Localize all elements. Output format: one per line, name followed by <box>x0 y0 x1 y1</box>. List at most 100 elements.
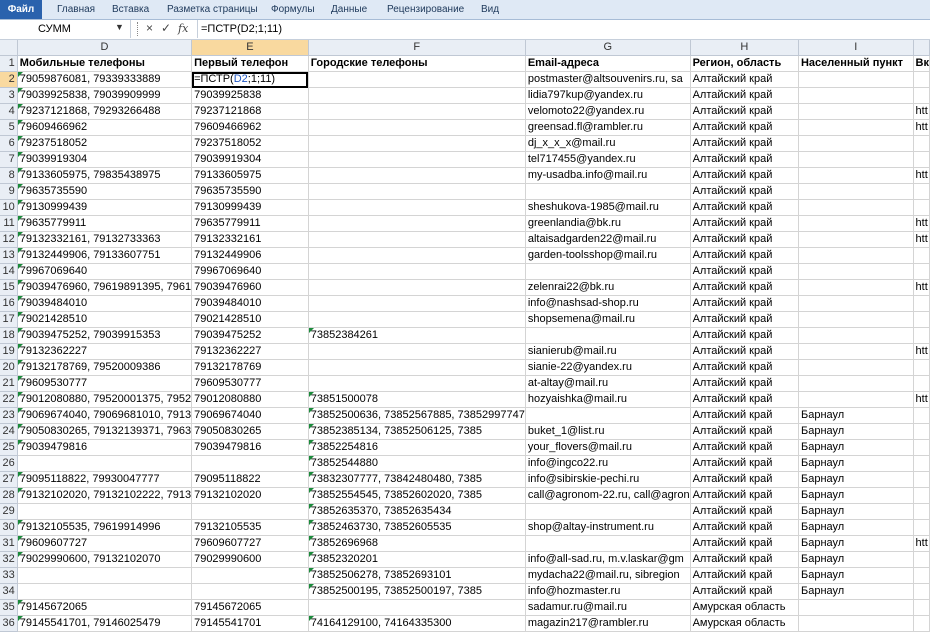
cell-f36[interactable]: 74164129100, 74164335300 <box>308 615 526 632</box>
cell-header-d[interactable]: Мобильные телефоны <box>17 55 193 72</box>
cell-h11[interactable]: Алтайский край <box>690 215 799 232</box>
cell-h10[interactable]: Алтайский край <box>690 199 799 216</box>
cell-j3[interactable] <box>913 87 930 104</box>
cell-header-g[interactable]: Email-адреса <box>525 55 691 72</box>
row-header[interactable]: 27 <box>0 471 18 488</box>
cell-g28[interactable]: call@agronom-22.ru, call@agron <box>525 487 691 504</box>
cell-d4[interactable]: 79237121868, 79293266488 <box>17 103 193 120</box>
cell-h22[interactable]: Алтайский край <box>690 391 799 408</box>
cell-f8[interactable] <box>308 167 526 184</box>
cell-h3[interactable]: Алтайский край <box>690 87 799 104</box>
cell-i33[interactable]: Барнаул <box>798 567 914 584</box>
cell-g9[interactable] <box>525 183 691 200</box>
cell-g10[interactable]: sheshukova-1985@mail.ru <box>525 199 691 216</box>
cell-i14[interactable] <box>798 263 914 280</box>
cell-f20[interactable] <box>308 359 526 376</box>
cell-h29[interactable]: Алтайский край <box>690 503 799 520</box>
cell-j22[interactable]: htt <box>913 391 930 408</box>
cell-f10[interactable] <box>308 199 526 216</box>
cell-d15[interactable]: 79039476960, 79619891395, 7961 <box>17 279 193 296</box>
cell-i5[interactable] <box>798 119 914 136</box>
row-header[interactable]: 16 <box>0 295 18 312</box>
cell-d35[interactable]: 79145672065 <box>17 599 193 616</box>
cell-j12[interactable]: htt <box>913 231 930 248</box>
cell-j2[interactable] <box>913 71 930 88</box>
cell-f9[interactable] <box>308 183 526 200</box>
cell-g4[interactable]: velomoto22@yandex.ru <box>525 103 691 120</box>
cancel-icon[interactable]: × <box>146 21 153 35</box>
cell-e29[interactable] <box>191 503 309 520</box>
row-header[interactable]: 8 <box>0 167 18 184</box>
tab-data[interactable]: Данные <box>331 0 367 19</box>
cell-h27[interactable]: Алтайский край <box>690 471 799 488</box>
cell-e15[interactable]: 79039476960 <box>191 279 309 296</box>
tab-review[interactable]: Рецензирование <box>387 0 464 19</box>
cell-e27[interactable]: 79095118822 <box>191 471 309 488</box>
cell-j34[interactable] <box>913 583 930 600</box>
column-header-d[interactable]: D <box>17 40 193 56</box>
cell-d25[interactable]: 79039479816 <box>17 439 193 456</box>
cell-h7[interactable]: Алтайский край <box>690 151 799 168</box>
row-header[interactable]: 6 <box>0 135 18 152</box>
cell-e35[interactable]: 79145672065 <box>191 599 309 616</box>
cell-f13[interactable] <box>308 247 526 264</box>
cell-i10[interactable] <box>798 199 914 216</box>
cell-g25[interactable]: your_flovers@mail.ru <box>525 439 691 456</box>
cell-h2[interactable]: Алтайский край <box>690 71 799 88</box>
cell-d3[interactable]: 79039925838, 79039909999 <box>17 87 193 104</box>
cell-i7[interactable] <box>798 151 914 168</box>
cell-e32[interactable]: 79029990600 <box>191 551 309 568</box>
name-box[interactable]: СУММ ▼ <box>0 20 131 38</box>
cell-i28[interactable]: Барнаул <box>798 487 914 504</box>
cell-g27[interactable]: info@sibirskie-pechi.ru <box>525 471 691 488</box>
cell-e11[interactable]: 79635779911 <box>191 215 309 232</box>
cell-g8[interactable]: my-usadba.info@mail.ru <box>525 167 691 184</box>
cell-i31[interactable]: Барнаул <box>798 535 914 552</box>
cell-j26[interactable] <box>913 455 930 472</box>
cell-e20[interactable]: 79132178769 <box>191 359 309 376</box>
row-header[interactable]: 13 <box>0 247 18 264</box>
formula-input[interactable]: =ПСТР(D2;1;11) <box>197 20 930 38</box>
cell-j8[interactable]: htt <box>913 167 930 184</box>
cell-j33[interactable] <box>913 567 930 584</box>
enter-icon[interactable]: ✓ <box>161 21 171 35</box>
cell-d7[interactable]: 79039919304 <box>17 151 193 168</box>
cell-j24[interactable] <box>913 423 930 440</box>
cell-g19[interactable]: sianierub@mail.ru <box>525 343 691 360</box>
cell-j5[interactable]: htt <box>913 119 930 136</box>
cell-header-i[interactable]: Населенный пункт <box>798 55 914 72</box>
cell-f34[interactable]: 73852500195, 73852500197, 7385 <box>308 583 526 600</box>
cell-f12[interactable] <box>308 231 526 248</box>
cell-h21[interactable]: Алтайский край <box>690 375 799 392</box>
cell-d8[interactable]: 79133605975, 79835438975 <box>17 167 193 184</box>
cell-d24[interactable]: 79050830265, 79132139371, 7963 <box>17 423 193 440</box>
cell-d30[interactable]: 79132105535, 79619914996 <box>17 519 193 536</box>
cell-f23[interactable]: 73852500636, 73852567885, 73852997747 <box>308 407 526 424</box>
cell-d32[interactable]: 79029990600, 79132102070 <box>17 551 193 568</box>
cell-h13[interactable]: Алтайский край <box>690 247 799 264</box>
row-header[interactable]: 28 <box>0 487 18 504</box>
cell-g15[interactable]: zelenrai22@bk.ru <box>525 279 691 296</box>
cell-i29[interactable]: Барнаул <box>798 503 914 520</box>
cell-g2[interactable]: postmaster@altsouvenirs.ru, sa <box>525 71 691 88</box>
cell-i19[interactable] <box>798 343 914 360</box>
cell-f28[interactable]: 73852554545, 73852602020, 7385 <box>308 487 526 504</box>
cell-h17[interactable]: Алтайский край <box>690 311 799 328</box>
cell-header-h[interactable]: Регион, область <box>690 55 799 72</box>
cell-j31[interactable]: htt <box>913 535 930 552</box>
cell-h34[interactable]: Алтайский край <box>690 583 799 600</box>
cell-i8[interactable] <box>798 167 914 184</box>
row-header[interactable]: 32 <box>0 551 18 568</box>
cell-h36[interactable]: Амурская область <box>690 615 799 632</box>
row-header[interactable]: 4 <box>0 103 18 120</box>
cell-j30[interactable] <box>913 519 930 536</box>
cell-d36[interactable]: 79145541701, 79146025479 <box>17 615 193 632</box>
cell-e25[interactable]: 79039479816 <box>191 439 309 456</box>
cell-i12[interactable] <box>798 231 914 248</box>
tab-insert[interactable]: Вставка <box>112 0 149 19</box>
cell-e30[interactable]: 79132105535 <box>191 519 309 536</box>
cell-j19[interactable]: htt <box>913 343 930 360</box>
cell-d20[interactable]: 79132178769, 79520009386 <box>17 359 193 376</box>
row-header[interactable]: 30 <box>0 519 18 536</box>
cell-i6[interactable] <box>798 135 914 152</box>
